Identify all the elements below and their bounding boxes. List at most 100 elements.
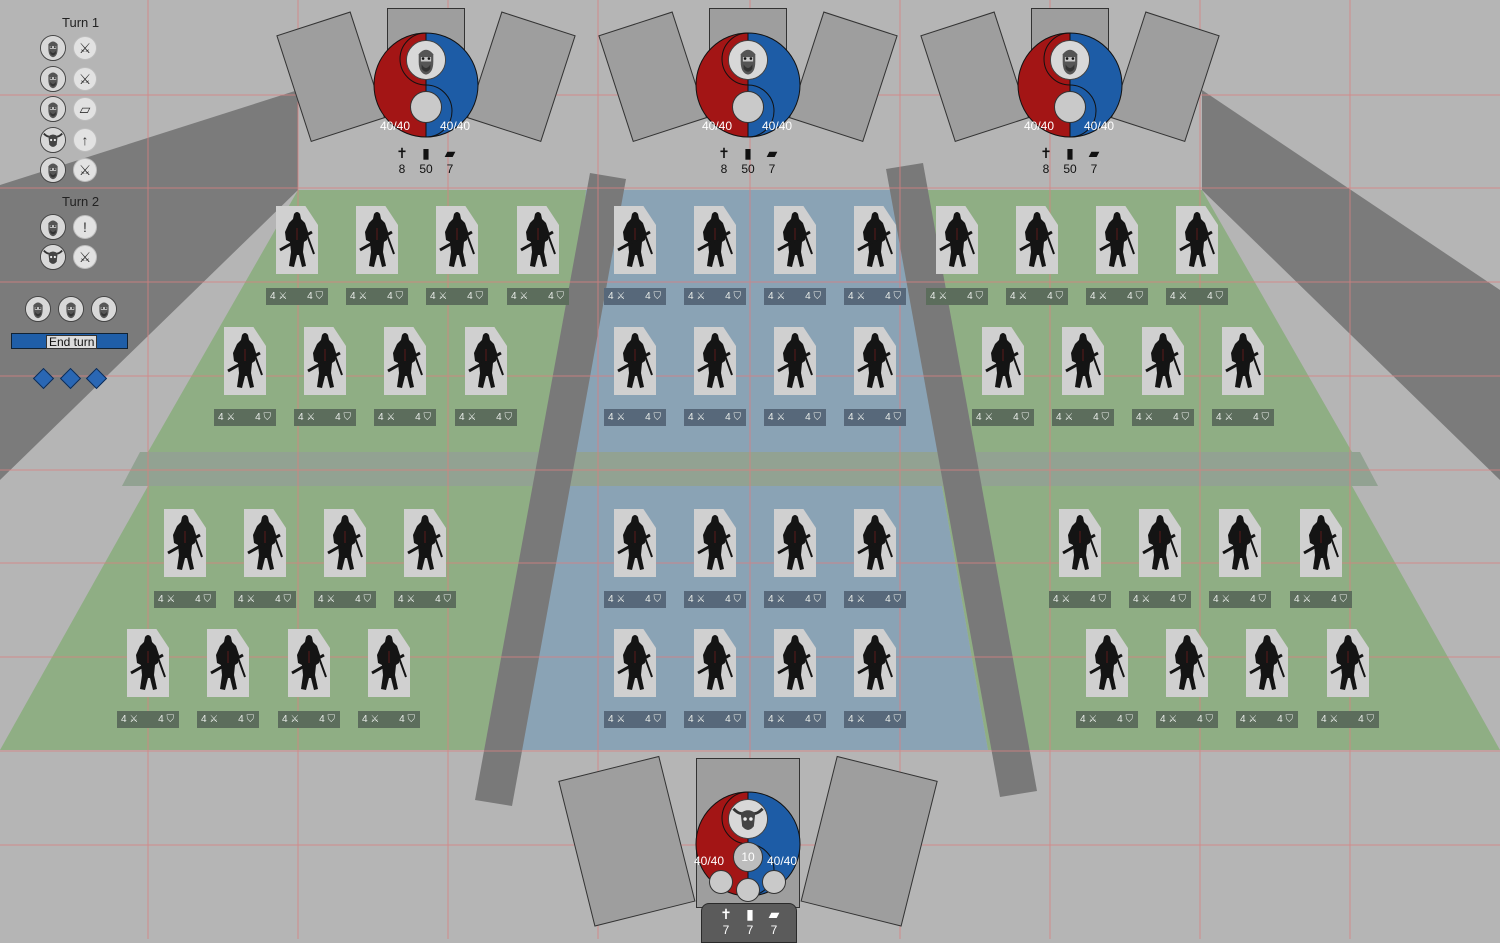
unit-card[interactable]: 4 ⚔ 4 ⛉ <box>594 629 676 728</box>
unit-card[interactable]: 4 ⚔ 4 ⛉ <box>754 206 836 305</box>
unit-card[interactable]: 4 ⚔ 4 ⛉ <box>1066 629 1148 728</box>
unit-stats: 4 ⚔ 4 ⛉ <box>844 711 906 728</box>
card-icon[interactable]: ▱ <box>73 97 97 121</box>
unit-card[interactable]: 4 ⚔ 4 ⛉ <box>1146 629 1228 728</box>
unit-card[interactable]: 4 ⚔ 4 ⛉ <box>445 327 527 426</box>
crossed-swords-icon[interactable]: ⚔ <box>73 36 97 60</box>
defense-value: 4 ⛉ <box>307 291 323 302</box>
crossed-swords-icon[interactable]: ⚔ <box>73 158 97 182</box>
hand-count: 7 <box>446 162 454 176</box>
unit-card[interactable]: 4 ⚔ 4 ⛉ <box>364 327 446 426</box>
unit-portrait <box>127 629 169 697</box>
unit-card[interactable]: 4 ⚔ 4 ⛉ <box>1202 327 1284 426</box>
unit-card[interactable]: 4 ⚔ 4 ⛉ <box>268 629 350 728</box>
attack-value: 4 ⚔ <box>848 291 866 302</box>
deck-count: 50 <box>1063 162 1077 176</box>
unit-portrait <box>694 629 736 697</box>
graveyard-count: 8 <box>398 162 406 176</box>
unit-portrait <box>465 327 507 395</box>
turn-title: Turn 2 <box>62 193 100 209</box>
unit-card[interactable]: 4 ⚔ 4 ⛉ <box>497 206 579 305</box>
up-arrow-icon[interactable]: ↑ <box>73 127 97 152</box>
player-avatar-icon[interactable] <box>25 296 51 322</box>
unit-stats: 4 ⚔ 4 ⛉ <box>604 409 666 426</box>
unit-card[interactable]: 4 ⚔ 4 ⛉ <box>1226 629 1308 728</box>
exclamation-icon[interactable]: ! <box>73 214 97 239</box>
attack-value: 4 ⚔ <box>688 714 706 725</box>
unit-stats: 4 ⚔ 4 ⛉ <box>926 288 988 305</box>
unit-card[interactable]: 4 ⚔ 4 ⛉ <box>348 629 430 728</box>
unit-portrait <box>276 206 318 274</box>
unit-portrait <box>224 327 266 395</box>
attack-value: 4 ⚔ <box>158 594 176 605</box>
defense-value: 4 ⛉ <box>1170 594 1186 605</box>
unit-portrait <box>207 629 249 697</box>
unit-card[interactable]: 4 ⚔ 4 ⛉ <box>754 509 836 608</box>
defense-value: 4 ⛉ <box>885 594 901 605</box>
unit-card[interactable]: 4 ⚔ 4 ⛉ <box>594 327 676 426</box>
unit-card[interactable]: 4 ⚔ 4 ⛉ <box>304 509 386 608</box>
unit-card[interactable]: 4 ⚔ 4 ⛉ <box>754 629 836 728</box>
unit-card[interactable]: 4 ⚔ 4 ⛉ <box>284 327 366 426</box>
unit-card[interactable]: 4 ⚔ 4 ⛉ <box>1199 509 1281 608</box>
unit-card[interactable]: 4 ⚔ 4 ⛉ <box>834 206 916 305</box>
unit-card[interactable]: 4 ⚔ 4 ⛉ <box>1042 327 1124 426</box>
unit-card[interactable]: 4 ⚔ 4 ⛉ <box>674 206 756 305</box>
bearded-hero-icon <box>40 157 66 183</box>
unit-card[interactable]: 4 ⚔ 4 ⛉ <box>916 206 998 305</box>
deck-icon: ▮ <box>744 145 752 161</box>
unit-card[interactable]: 4 ⚔ 4 ⛉ <box>1280 509 1362 608</box>
unit-card[interactable]: 4 ⚔ 4 ⛉ <box>107 629 189 728</box>
unit-stats: 4 ⚔ 4 ⛉ <box>214 409 276 426</box>
unit-portrait <box>1059 509 1101 577</box>
end-turn-button[interactable]: End turn <box>11 333 128 349</box>
mana-slot <box>732 91 764 123</box>
crossed-swords-icon[interactable]: ⚔ <box>73 66 97 91</box>
unit-card[interactable]: 4 ⚔ 4 ⛉ <box>416 206 498 305</box>
unit-card[interactable]: 4 ⚔ 4 ⛉ <box>1122 327 1204 426</box>
bearded-hero-icon <box>40 213 66 240</box>
player-avatar-icon[interactable] <box>91 296 117 322</box>
attack-value: 4 ⚔ <box>362 714 380 725</box>
unit-card[interactable]: 4 ⚔ 4 ⛉ <box>594 206 676 305</box>
unit-card[interactable]: 4 ⚔ 4 ⛉ <box>187 629 269 728</box>
attack-value: 4 ⚔ <box>848 412 866 423</box>
unit-card[interactable]: 4 ⚔ 4 ⛉ <box>204 327 286 426</box>
unit-card[interactable]: 4 ⚔ 4 ⛉ <box>224 509 306 608</box>
unit-portrait <box>936 206 978 274</box>
unit-card[interactable]: 4 ⚔ 4 ⛉ <box>674 629 756 728</box>
unit-stats: 4 ⚔ 4 ⛉ <box>844 288 906 305</box>
crossed-swords-icon[interactable]: ⚔ <box>73 245 97 269</box>
unit-card[interactable]: 4 ⚔ 4 ⛉ <box>674 509 756 608</box>
unit-card[interactable]: 4 ⚔ 4 ⛉ <box>256 206 338 305</box>
unit-card[interactable]: 4 ⚔ 4 ⛉ <box>674 327 756 426</box>
unit-card[interactable]: 4 ⚔ 4 ⛉ <box>834 629 916 728</box>
unit-card[interactable]: 4 ⚔ 4 ⛉ <box>1156 206 1238 305</box>
unit-card[interactable]: 4 ⚔ 4 ⛉ <box>1307 629 1389 728</box>
defense-value: 4 ⛉ <box>1093 412 1109 423</box>
hand-count: 7 <box>768 162 776 176</box>
unit-card[interactable]: 4 ⚔ 4 ⛉ <box>962 327 1044 426</box>
unit-card[interactable]: 4 ⚔ 4 ⛉ <box>834 509 916 608</box>
unit-card[interactable]: 4 ⚔ 4 ⛉ <box>1039 509 1121 608</box>
player-avatar-icon[interactable] <box>58 296 84 322</box>
unit-card[interactable]: 4 ⚔ 4 ⛉ <box>594 509 676 608</box>
attack-value: 4 ⚔ <box>282 714 300 725</box>
unit-portrait <box>304 327 346 395</box>
unit-card[interactable]: 4 ⚔ 4 ⛉ <box>834 327 916 426</box>
unit-card[interactable]: 4 ⚔ 4 ⛉ <box>1076 206 1158 305</box>
unit-portrait <box>854 327 896 395</box>
unit-card[interactable]: 4 ⚔ 4 ⛉ <box>144 509 226 608</box>
ability-slot[interactable] <box>762 870 786 894</box>
attack-value: 4 ⚔ <box>848 714 866 725</box>
unit-card[interactable]: 4 ⚔ 4 ⛉ <box>1119 509 1201 608</box>
defense-value: 4 ⛉ <box>645 714 661 725</box>
unit-card[interactable]: 4 ⚔ 4 ⛉ <box>996 206 1078 305</box>
unit-portrait <box>1142 327 1184 395</box>
unit-card[interactable]: 4 ⚔ 4 ⛉ <box>336 206 418 305</box>
ability-slot[interactable] <box>736 878 760 902</box>
unit-card[interactable]: 4 ⚔ 4 ⛉ <box>384 509 466 608</box>
defense-value: 4 ⛉ <box>387 291 403 302</box>
unit-card[interactable]: 4 ⚔ 4 ⛉ <box>754 327 836 426</box>
ability-slot[interactable] <box>709 870 733 894</box>
